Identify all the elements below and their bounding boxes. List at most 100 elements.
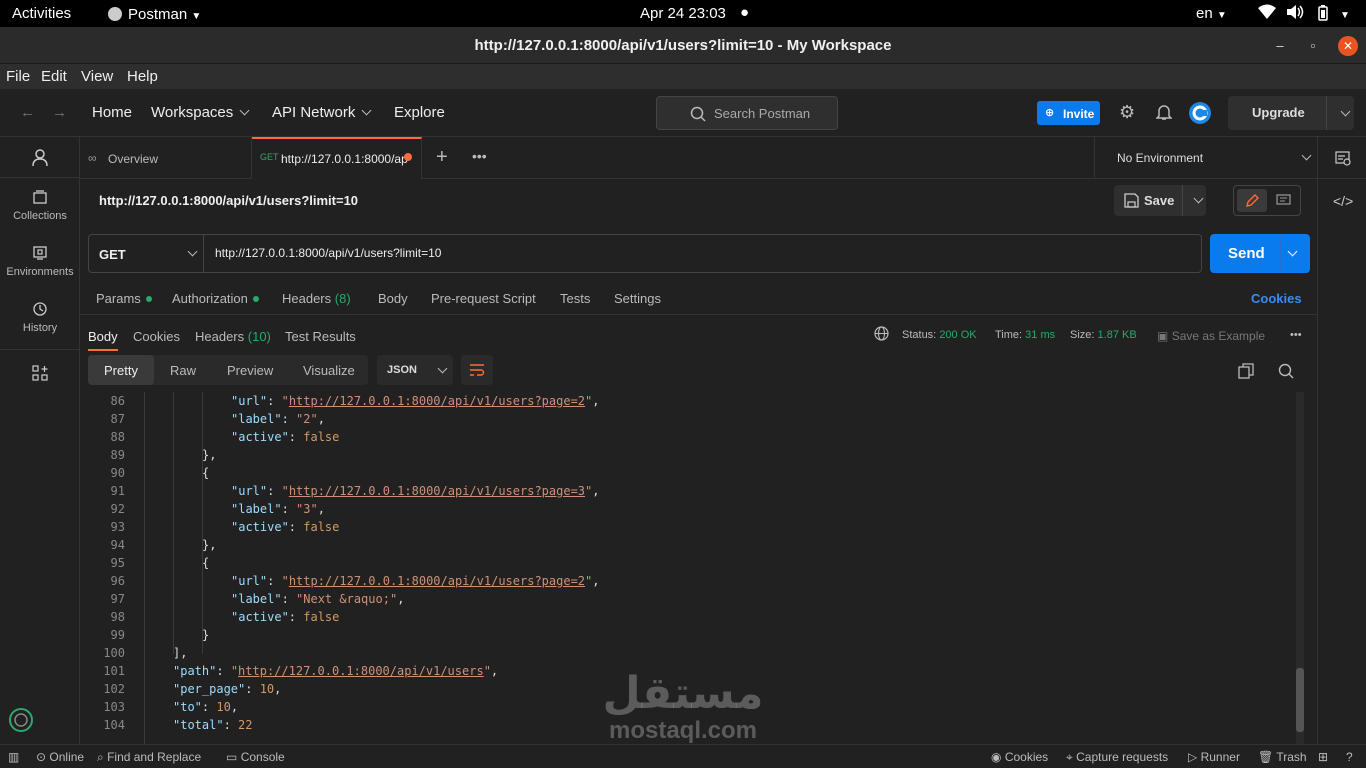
chevron-down-icon[interactable] xyxy=(1193,193,1204,204)
search-input[interactable]: Search Postman xyxy=(656,96,838,130)
json-url-link[interactable]: http://127.0.0.1:8000/api/v1/users?page=… xyxy=(289,574,585,588)
globe-icon[interactable] xyxy=(874,326,889,344)
edit-mode-button[interactable] xyxy=(1237,189,1267,212)
trash-button[interactable]: 🗑 Trash xyxy=(1258,750,1307,764)
indent-guide xyxy=(144,392,145,744)
battery-icon[interactable] xyxy=(1318,5,1328,25)
pencil-icon xyxy=(1246,194,1259,207)
clock[interactable]: Apr 24 23:03 xyxy=(640,5,726,22)
chevron-down-icon[interactable] xyxy=(1340,106,1351,117)
editor-scrollbar-thumb[interactable] xyxy=(1296,668,1304,732)
environment-quick-look-icon[interactable] xyxy=(1318,137,1366,179)
forward-arrow-icon[interactable]: → xyxy=(52,104,67,121)
comment-icon[interactable] xyxy=(1276,194,1291,208)
menu-edit[interactable]: Edit xyxy=(41,68,67,85)
code-punctuation: : xyxy=(288,520,304,534)
language-indicator[interactable]: en ▼ xyxy=(1196,5,1227,22)
send-button[interactable]: Send xyxy=(1210,234,1310,273)
minimize-icon[interactable]: – xyxy=(1270,36,1290,56)
tab-prerequest-script[interactable]: Pre-request Script xyxy=(431,291,536,306)
save-as-example-button[interactable]: ▣ Save as Example xyxy=(1157,329,1265,343)
line-number: 102 xyxy=(103,682,125,696)
settings-gear-icon[interactable]: ⚙ xyxy=(1119,102,1135,123)
view-preview[interactable]: Preview xyxy=(227,363,273,378)
apps-grid-icon[interactable] xyxy=(0,365,80,384)
save-button[interactable]: Save xyxy=(1114,185,1206,216)
sidebar-item-collections[interactable]: Collections xyxy=(0,189,80,222)
chevron-down-icon[interactable] xyxy=(1287,246,1298,257)
update-progress-icon[interactable] xyxy=(8,707,34,736)
json-url-link[interactable]: http://127.0.0.1:8000/api/v1/users?page=… xyxy=(289,484,585,498)
upgrade-button[interactable]: Upgrade xyxy=(1228,96,1354,130)
resp-tab-body[interactable]: Body xyxy=(88,329,118,351)
online-status[interactable]: ⊙ Online xyxy=(36,750,84,764)
resp-tab-headers[interactable]: Headers (10) xyxy=(195,329,271,344)
code-punctuation: : xyxy=(223,718,239,732)
activities-button[interactable]: Activities xyxy=(12,5,71,22)
user-icon[interactable] xyxy=(0,149,80,170)
console-button[interactable]: ▭ Console xyxy=(226,750,285,764)
runner-button[interactable]: ▷ Runner xyxy=(1188,750,1240,764)
search-icon[interactable] xyxy=(1278,363,1294,379)
more-options-icon[interactable]: ••• xyxy=(1290,329,1302,341)
nav-explore[interactable]: Explore xyxy=(394,104,445,121)
find-replace-button[interactable]: ⌕ Find and Replace xyxy=(97,750,201,765)
more-tabs-icon[interactable]: ••• xyxy=(472,148,487,164)
resp-tab-cookies[interactable]: Cookies xyxy=(133,329,180,344)
trash-label: Trash xyxy=(1276,750,1307,764)
sidebar-item-history[interactable]: History xyxy=(0,301,80,334)
json-url-link[interactable]: http://127.0.0.1:8000/api/v1/users xyxy=(238,664,484,678)
avatar[interactable] xyxy=(1188,101,1212,129)
line-number: 97 xyxy=(110,592,125,606)
maximize-icon[interactable]: ▫ xyxy=(1303,36,1323,56)
tab-authorization[interactable]: Authorization xyxy=(172,291,259,306)
new-tab-plus-icon[interactable]: + xyxy=(436,146,448,169)
nav-api-network[interactable]: API Network xyxy=(272,104,372,121)
tab-params[interactable]: Params xyxy=(96,291,152,306)
url-input[interactable]: http://127.0.0.1:8000/api/v1/users?limit… xyxy=(215,246,441,260)
sidebar-item-environments[interactable]: Environments xyxy=(0,245,80,278)
sidebar-item-label: History xyxy=(22,322,58,334)
code-line: }, xyxy=(202,448,216,462)
nav-workspaces[interactable]: Workspaces xyxy=(151,104,250,121)
wrap-lines-button[interactable] xyxy=(461,355,493,385)
code-snippet-icon[interactable]: </> xyxy=(1333,193,1353,209)
json-url-link[interactable]: http://127.0.0.1:8000/api/v1/users?page=… xyxy=(289,394,585,408)
cookies-link[interactable]: Cookies xyxy=(1251,291,1302,306)
tab-overview[interactable]: ∞ Overview xyxy=(80,137,252,179)
back-arrow-icon[interactable]: ← xyxy=(20,104,35,121)
menu-help[interactable]: Help xyxy=(127,68,158,85)
capture-requests-button[interactable]: ⌖ Capture requests xyxy=(1066,750,1168,765)
power-menu-icon[interactable]: ▼ xyxy=(1340,5,1350,22)
resp-tab-test-results[interactable]: Test Results xyxy=(285,329,356,344)
volume-icon[interactable] xyxy=(1286,4,1304,24)
close-icon[interactable]: ✕ xyxy=(1338,36,1358,56)
tab-settings[interactable]: Settings xyxy=(614,291,661,306)
menu-view[interactable]: View xyxy=(81,68,113,85)
code-punctuation: : xyxy=(288,430,304,444)
help-icon[interactable]: ? xyxy=(1346,750,1353,764)
format-select[interactable]: JSON xyxy=(377,355,453,385)
json-key: "url" xyxy=(231,484,268,498)
tab-body[interactable]: Body xyxy=(378,291,408,306)
invite-button[interactable]: ⊕ Invite xyxy=(1037,101,1100,125)
menu-file[interactable]: File xyxy=(6,68,30,85)
tab-active-request[interactable]: GET http://127.0.0.1:8000/ap xyxy=(252,137,422,179)
toggle-sidebar-icon[interactable]: ▥ xyxy=(8,750,19,764)
nav-home[interactable]: Home xyxy=(92,104,132,121)
app-menu[interactable]: Postman ▼ xyxy=(108,5,201,23)
editor-scrollbar-track[interactable] xyxy=(1296,392,1304,744)
notifications-bell-icon[interactable] xyxy=(1155,103,1173,125)
environment-selector[interactable]: No Environment xyxy=(1094,137,1317,179)
cookies-button[interactable]: ◉ Cookies xyxy=(991,750,1048,764)
wifi-icon[interactable] xyxy=(1258,4,1276,24)
view-pretty[interactable]: Pretty xyxy=(88,355,154,385)
tab-tests[interactable]: Tests xyxy=(560,291,590,306)
json-value: 10 xyxy=(259,682,275,696)
view-visualize[interactable]: Visualize xyxy=(303,363,355,378)
method-select[interactable]: GET xyxy=(89,235,204,272)
layout-grid-icon[interactable]: ⊞ xyxy=(1318,750,1328,764)
view-raw[interactable]: Raw xyxy=(170,363,196,378)
tab-headers[interactable]: Headers (8) xyxy=(282,291,351,306)
copy-icon[interactable] xyxy=(1238,363,1254,379)
